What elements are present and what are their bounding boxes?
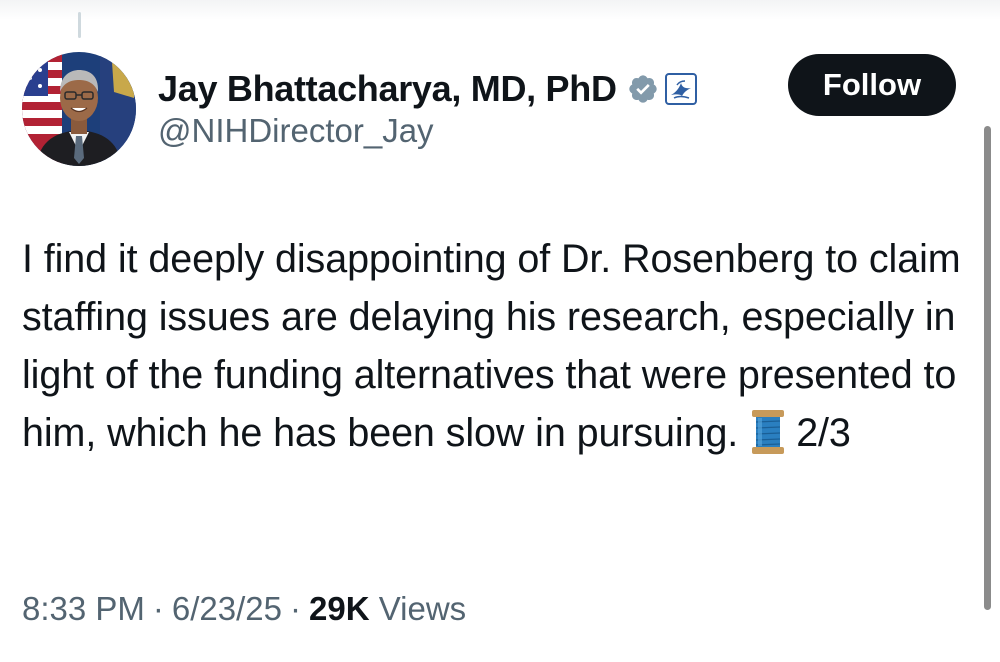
views-count[interactable]: 29K (309, 590, 370, 627)
hhs-eagle-icon[interactable] (664, 73, 697, 105)
tweet-meta: 8:33 PM · 6/23/25 · 29K Views (22, 590, 466, 628)
author-display-name[interactable]: Jay Bhattacharya, MD, PhD (158, 68, 617, 110)
views-label: Views (378, 590, 467, 627)
follow-button[interactable]: Follow (788, 54, 956, 116)
scrollbar[interactable] (984, 126, 991, 610)
thread-counter: 2/3 (796, 411, 851, 455)
verified-badge-icon[interactable] (627, 73, 659, 105)
spool-of-thread-icon (746, 408, 790, 456)
author-handle[interactable]: @NIHDirector_Jay (158, 112, 434, 150)
tweet-time[interactable]: 8:33 PM (22, 590, 145, 627)
tweet-text: I find it deeply disappointing of Dr. Ro… (22, 230, 977, 462)
thread-connector-line (78, 12, 81, 38)
meta-separator: · (152, 590, 164, 627)
meta-separator: · (290, 590, 302, 627)
author-name-row: Jay Bhattacharya, MD, PhD (158, 62, 697, 116)
tweet-date[interactable]: 6/23/25 (172, 590, 282, 627)
avatar[interactable] (22, 52, 136, 166)
previous-tweet-edge (0, 0, 1000, 20)
avatar-photo (22, 52, 136, 166)
